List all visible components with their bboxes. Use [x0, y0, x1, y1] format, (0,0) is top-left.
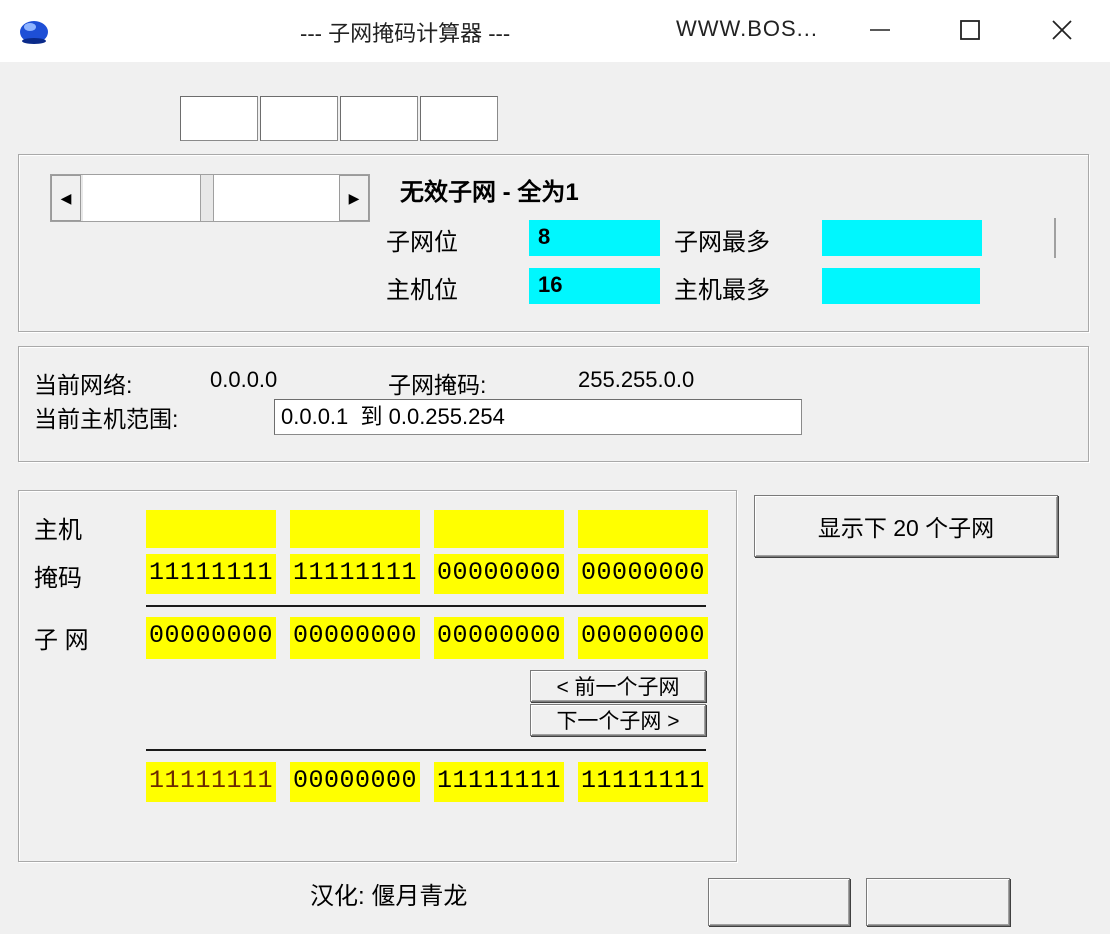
prev-subnet-button[interactable]: < 前一个子网	[530, 670, 706, 702]
subnet-status-title: 无效子网 - 全为1	[400, 179, 579, 206]
host-octet-4	[578, 510, 708, 548]
minimize-icon	[870, 29, 890, 31]
result-octet-3: 11111111	[434, 762, 564, 802]
ip-octet-4-input[interactable]	[420, 96, 498, 141]
footer-button-2[interactable]	[866, 878, 1010, 926]
subnet-mask-label: 子网掩码:	[388, 372, 487, 398]
next-subnet-button[interactable]: 下一个子网 >	[530, 704, 706, 736]
subnet-octet-2: 00000000	[290, 617, 420, 659]
scroll-right-arrow-icon[interactable]: ▶	[339, 175, 369, 221]
show-next-20-subnets-button[interactable]: 显示下 20 个子网	[754, 495, 1058, 557]
translator-credit: 汉化: 偃月青龙	[310, 883, 468, 910]
mask-octet-2: 11111111	[290, 554, 420, 594]
subnet-bits-value: 8	[529, 220, 660, 256]
subnet-mask-value: 255.255.0.0	[578, 367, 695, 392]
app-globe-icon[interactable]	[18, 14, 50, 46]
ip-octet-2-input[interactable]	[260, 96, 338, 141]
host-max-label: 主机最多	[674, 277, 770, 304]
scroll-left-arrow-icon[interactable]: ◀	[51, 175, 81, 221]
mask-octet-4: 00000000	[578, 554, 708, 594]
maximize-button[interactable]	[948, 10, 992, 50]
subnet-octet-4: 00000000	[578, 617, 708, 659]
host-range-label: 当前主机范围:	[34, 406, 179, 432]
host-max-value	[822, 268, 980, 304]
footer-button-1[interactable]	[708, 878, 850, 926]
separator	[1054, 218, 1056, 258]
ip-octet-1-input[interactable]	[180, 96, 258, 141]
subnet-bits-scrollbar[interactable]: ◀ ▶	[50, 174, 370, 222]
subnet-bits-label: 子网位	[386, 229, 458, 256]
host-bits-label: 主机位	[386, 277, 458, 304]
maximize-icon	[960, 20, 980, 40]
minimize-button[interactable]	[858, 10, 902, 50]
divider-line	[146, 605, 706, 607]
subnet-label: 子 网	[34, 627, 89, 654]
subnet-max-value	[822, 220, 982, 256]
result-octet-4: 11111111	[578, 762, 708, 802]
result-octet-1: 11111111	[146, 762, 276, 802]
subnet-octet-3: 00000000	[434, 617, 564, 659]
mask-octet-1: 11111111	[146, 554, 276, 594]
host-label: 主机	[34, 517, 82, 544]
scroll-track-left[interactable]	[83, 175, 201, 221]
host-octet-1	[146, 510, 276, 548]
subnet-octet-1: 00000000	[146, 617, 276, 659]
subnet-max-label: 子网最多	[674, 229, 770, 256]
host-range-field[interactable]: 0.0.0.1 到 0.0.255.254	[274, 399, 802, 435]
host-octet-3	[434, 510, 564, 548]
close-icon	[1052, 20, 1072, 40]
mask-label: 掩码	[34, 565, 82, 592]
mask-octet-3: 00000000	[434, 554, 564, 594]
current-network-label: 当前网络:	[34, 372, 133, 398]
close-button[interactable]	[1040, 10, 1084, 50]
window-title: --- 子网掩码计算器 ---	[300, 21, 511, 46]
result-octet-2: 00000000	[290, 762, 420, 802]
host-octet-2	[290, 510, 420, 548]
scroll-thumb[interactable]	[213, 175, 339, 221]
window-title-url: WWW.BOS...	[676, 16, 818, 41]
host-bits-value: 16	[529, 268, 660, 304]
ip-octet-3-input[interactable]	[340, 96, 418, 141]
current-network-value: 0.0.0.0	[210, 367, 278, 392]
divider-line	[146, 749, 706, 751]
